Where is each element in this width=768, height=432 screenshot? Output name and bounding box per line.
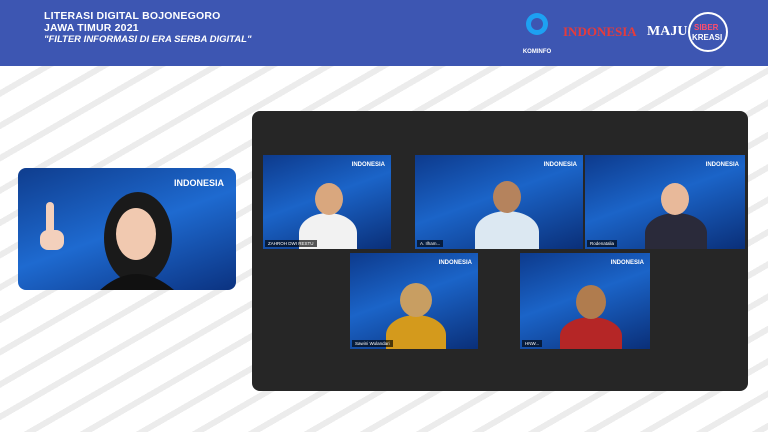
participant-body (645, 213, 707, 249)
participant-head (493, 181, 521, 213)
event-tagline: "FILTER INFORMASI DI ERA SERBA DIGITAL" (44, 34, 252, 45)
participant-head (400, 283, 432, 317)
video-conference-panel: INDONESIA ZAHROH DWI RESTU INDONESIA A. … (252, 111, 748, 391)
event-title-line2: JAWA TIMUR 2021 (44, 22, 139, 34)
participant-tile[interactable]: INDONESIA HNW... (520, 253, 650, 349)
participant-tile[interactable]: INDONESIA A. Ilham... (415, 155, 583, 249)
participant-tile[interactable]: INDONESIA Sawini Wulandari (350, 253, 478, 349)
participant-body (560, 317, 622, 349)
tile-brand: INDONESIA (543, 162, 577, 168)
kreasi-wordmark: KREASI (692, 33, 723, 42)
participant-tile[interactable]: INDONESIA ZAHROH DWI RESTU (263, 155, 391, 249)
tile-brand: INDONESIA (438, 260, 472, 266)
participant-head (315, 183, 343, 215)
host-figure (40, 192, 174, 290)
kominfo-logo: KOMINFO (517, 8, 557, 56)
tile-brand: INDONESIA (705, 162, 739, 168)
siber-wordmark: SIBER (694, 23, 719, 32)
participant-tile[interactable]: INDONESIA Rodenatalia (585, 155, 745, 249)
participant-head (576, 285, 606, 319)
indonesia-maju-logo: INDONESIA MAJU (563, 14, 687, 48)
participant-body (386, 315, 446, 349)
indonesia-wordmark: INDONESIA (563, 24, 637, 39)
event-title-line1: LITERASI DIGITAL BOJONEGORO (44, 10, 221, 22)
participant-name: ZAHROH DWI RESTU (265, 240, 317, 247)
participant-name: Rodenatalia (587, 240, 618, 247)
participant-name: A. Ilham... (417, 240, 444, 247)
participant-name: Sawini Wulandari (352, 340, 393, 347)
tile-brand: INDONESIA (610, 260, 644, 266)
tile-brand: INDONESIA (351, 162, 385, 168)
maju-wordmark: MAJU (647, 24, 688, 39)
event-titles: LITERASI DIGITAL BOJONEGORO JAWA TIMUR 2… (44, 10, 251, 46)
kominfo-label: KOMINFO (522, 49, 552, 55)
siberkreasi-logo: SIBER KREASI (688, 12, 728, 52)
host-video: INDONESIA (18, 168, 236, 290)
participant-body (475, 211, 539, 249)
participant-name: HNW... (522, 340, 543, 347)
header-bar: LITERASI DIGITAL BOJONEGORO JAWA TIMUR 2… (0, 0, 768, 66)
participant-head (661, 183, 689, 215)
